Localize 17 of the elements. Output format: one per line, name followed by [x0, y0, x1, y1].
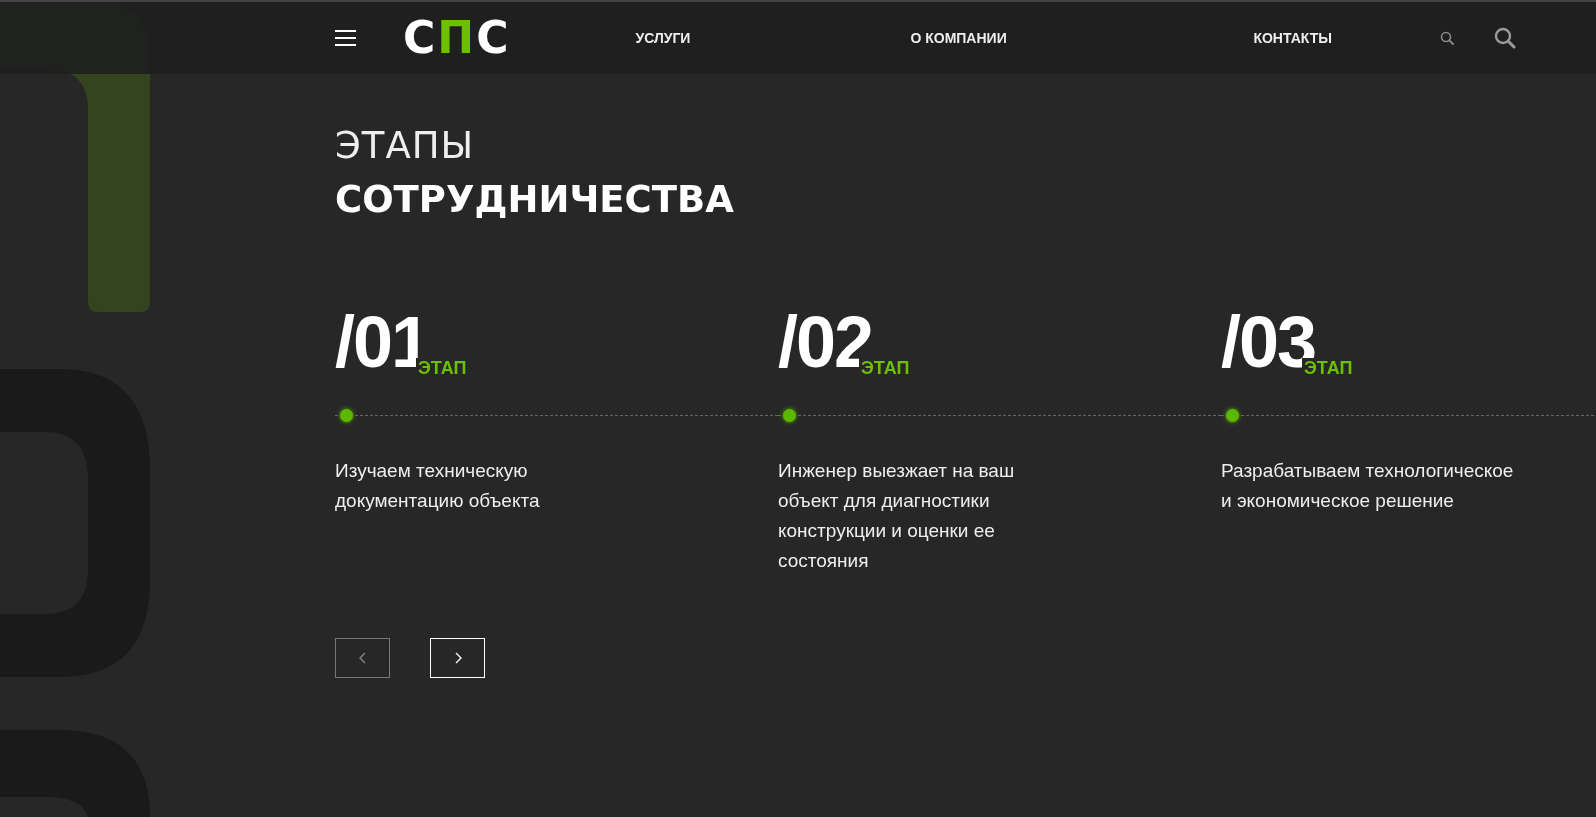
- chevron-icon: [357, 652, 368, 664]
- section-title: ЭТАПЫ: [335, 124, 476, 168]
- timeline-dot: [1226, 409, 1239, 422]
- logo[interactable]: СПС: [403, 16, 511, 60]
- nav-link[interactable]: КОНТАКТЫ: [1253, 30, 1332, 46]
- menu-icon[interactable]: [335, 30, 356, 46]
- search-icon[interactable]: [1493, 27, 1516, 49]
- section-title: СОТРУДНИЧЕСТВА: [335, 178, 735, 222]
- next-button[interactable]: [430, 638, 485, 678]
- nav-link[interactable]: О КОМПАНИИ: [910, 30, 1254, 46]
- timeline-dot: [783, 409, 796, 422]
- search-icon[interactable]: [1439, 31, 1454, 45]
- nav-link[interactable]: УСЛУГИ: [635, 30, 911, 46]
- timeline-dot: [340, 409, 353, 422]
- step-description: Изучаем техническую документацию объекта: [335, 459, 541, 513]
- step-description: Разрабатываем технологическое и экономическое решение: [1221, 459, 1515, 513]
- step-description: Инженер выезжает на ваш объект для диагностики конструкции и оценки ее состояния: [778, 459, 1016, 573]
